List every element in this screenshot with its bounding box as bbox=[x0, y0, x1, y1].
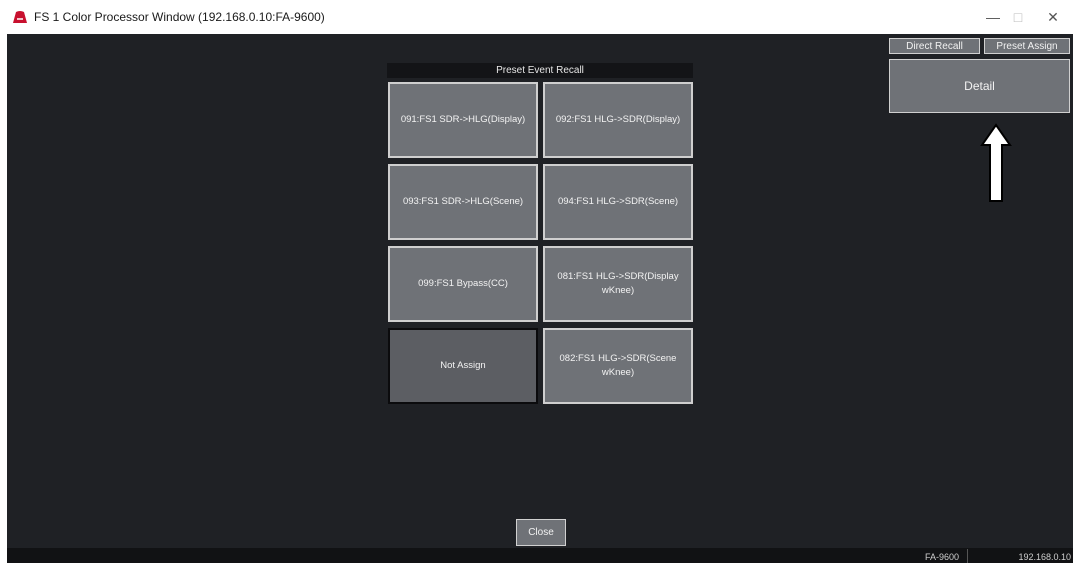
preset-panel-header: Preset Event Recall bbox=[387, 63, 693, 78]
direct-recall-button[interactable]: Direct Recall bbox=[889, 38, 980, 54]
status-divider bbox=[967, 549, 968, 563]
close-button[interactable]: Close bbox=[516, 519, 566, 546]
app-logo-icon bbox=[13, 11, 27, 23]
preset-assign-button[interactable]: Preset Assign bbox=[984, 38, 1070, 54]
preset-button-091[interactable]: 091:FS1 SDR->HLG(Display) bbox=[388, 82, 538, 158]
preset-button-092[interactable]: 092:FS1 HLG->SDR(Display) bbox=[543, 82, 693, 158]
arrow-up-icon bbox=[980, 123, 1012, 202]
status-ip-address: 192.168.0.10 bbox=[1018, 552, 1071, 562]
detail-button[interactable]: Detail bbox=[889, 59, 1070, 113]
preset-button-082[interactable]: 082:FS1 HLG->SDR(Scene wKnee) bbox=[543, 328, 693, 404]
window-title: FS 1 Color Processor Window (192.168.0.1… bbox=[34, 10, 325, 24]
preset-button-094[interactable]: 094:FS1 HLG->SDR(Scene) bbox=[543, 164, 693, 240]
title-bar: FS 1 Color Processor Window (192.168.0.1… bbox=[0, 0, 1073, 34]
preset-button-081[interactable]: 081:FS1 HLG->SDR(Display wKnee) bbox=[543, 246, 693, 322]
close-window-button[interactable]: ✕ bbox=[1030, 0, 1073, 34]
preset-button-099[interactable]: 099:FS1 Bypass(CC) bbox=[388, 246, 538, 322]
status-model: FA-9600 bbox=[925, 552, 960, 562]
status-bar bbox=[7, 548, 1073, 563]
preset-button-not-assigned[interactable]: Not Assign bbox=[388, 328, 538, 404]
window-left-border bbox=[0, 34, 7, 563]
preset-button-093[interactable]: 093:FS1 SDR->HLG(Scene) bbox=[388, 164, 538, 240]
